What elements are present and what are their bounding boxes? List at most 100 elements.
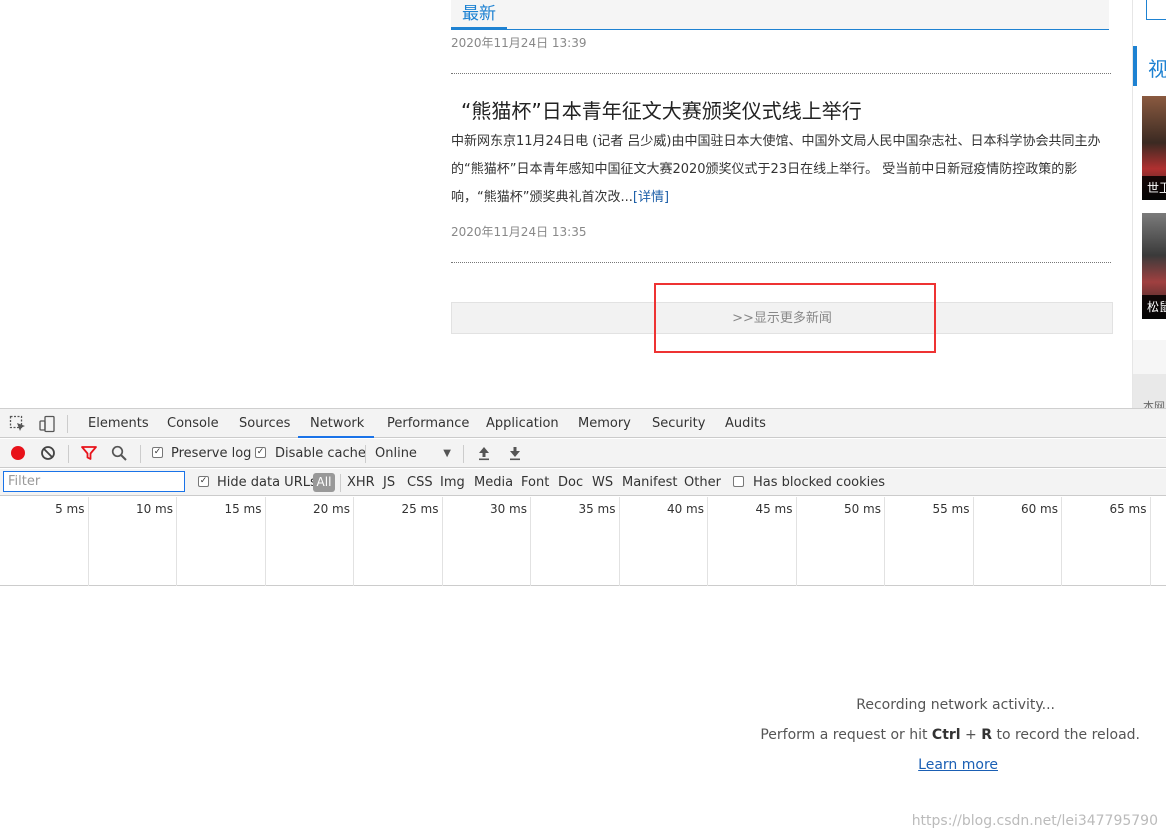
search-icon[interactable]: [110, 444, 128, 462]
has-blocked-cookies-label: Has blocked cookies: [753, 475, 886, 490]
tab-network[interactable]: Network: [298, 409, 374, 438]
details-link[interactable]: [详情]: [633, 190, 669, 205]
divider: [451, 262, 1111, 263]
toolbar-divider: [67, 415, 68, 433]
network-timeline-overview[interactable]: 5 ms 10 ms 15 ms 20 ms 25 ms 30 ms 35 ms 40 ms 4…: [0, 497, 1166, 586]
toolbar-divider: [463, 445, 464, 463]
timeline-tick: 10 ms: [89, 497, 177, 586]
tab-console[interactable]: Console: [155, 409, 231, 438]
timeline-tick: 45 ms: [708, 497, 797, 586]
timeline-tick-label: 10 ms: [135, 502, 173, 516]
timeline-tick: 65 ms: [1062, 497, 1151, 586]
section-accent-bar: [1133, 46, 1137, 86]
timeline-tick: 50 ms: [797, 497, 885, 586]
sidebar-section-header: 视: [1133, 46, 1166, 86]
learn-more-link[interactable]: Learn more: [918, 757, 998, 773]
sidebar-search-box[interactable]: [1146, 0, 1166, 20]
type-filter-css[interactable]: CSS: [407, 469, 433, 496]
hide-data-urls-checkbox[interactable]: [198, 476, 209, 487]
type-filter-manifest[interactable]: Manifest: [622, 469, 677, 496]
hint-text: Perform a request or hit: [760, 727, 932, 743]
network-filter-bar: Hide data URLs All XHR JS CSS Img Media …: [0, 469, 1166, 496]
timeline-tick-label: 30 ms: [489, 502, 527, 516]
throttling-value: Online: [375, 446, 417, 461]
right-sidebar: 视 世卫 松鼠 本网: [1132, 0, 1166, 408]
network-empty-state: Recording network activity... Perform a …: [0, 587, 1166, 840]
timeline-tick-label: 60 ms: [1020, 502, 1058, 516]
devtools-tabbar: Elements Console Sources Network Perform…: [0, 409, 1166, 438]
toolbar-divider: [140, 445, 141, 463]
news-date-prev: 2020年11月24日 13:39: [451, 36, 587, 50]
timeline-tick: 35 ms: [531, 497, 620, 586]
disable-cache-label: Disable cache: [275, 446, 366, 461]
type-filter-ws[interactable]: WS: [592, 469, 613, 496]
has-blocked-cookies-checkbox[interactable]: [733, 476, 744, 487]
type-filter-all[interactable]: All: [313, 473, 335, 492]
web-page: 最新 2020年11月24日 13:39 “熊猫杯”日本青年征文大赛颁奖仪式线上…: [0, 0, 1166, 408]
tab-sources[interactable]: Sources: [227, 409, 302, 438]
type-filter-img[interactable]: Img: [440, 469, 465, 496]
news-tabbar: 最新: [451, 0, 1109, 30]
timeline-tick: 5 ms: [0, 497, 89, 586]
toolbar-divider: [68, 445, 69, 463]
reload-hint: Perform a request or hit Ctrl + R to rec…: [760, 727, 1140, 743]
annotation-highlight-box: [654, 283, 936, 353]
tab-latest[interactable]: 最新: [451, 2, 507, 30]
device-toolbar-icon[interactable]: [38, 415, 56, 433]
preserve-log-checkbox[interactable]: [152, 447, 163, 458]
tab-application[interactable]: Application: [474, 409, 571, 438]
type-filter-xhr[interactable]: XHR: [347, 469, 375, 496]
tab-elements[interactable]: Elements: [76, 409, 161, 438]
timeline-tick: 15 ms: [177, 497, 266, 586]
timeline-tick-label: 50 ms: [843, 502, 881, 516]
dropdown-arrow-icon: ▼: [443, 448, 451, 459]
toolbar-divider: [365, 445, 366, 463]
disable-cache-checkbox[interactable]: [255, 447, 266, 458]
hint-key-ctrl: Ctrl: [931, 727, 961, 743]
type-filter-font[interactable]: Font: [521, 469, 549, 496]
toolbar-divider: [340, 474, 341, 492]
news-summary-text: 中新网东京11月24日电 (记者 吕少威)由中国驻日本大使馆、中国外文局人民中国…: [451, 134, 1101, 205]
timeline-tick-label: 15 ms: [224, 502, 262, 516]
watermark: https://blog.csdn.net/lei347795790: [911, 813, 1158, 829]
timeline-tick: 60 ms: [974, 497, 1062, 586]
preserve-log-label: Preserve log: [171, 446, 252, 461]
tab-security[interactable]: Security: [640, 409, 717, 438]
timeline-tick-label: 35 ms: [578, 502, 616, 516]
sidebar-thumbnail[interactable]: 松鼠: [1142, 213, 1166, 319]
timeline-tick-label: 5 ms: [55, 502, 85, 516]
record-button[interactable]: [9, 444, 27, 462]
clear-icon[interactable]: [39, 444, 57, 462]
type-filter-doc[interactable]: Doc: [558, 469, 583, 496]
export-har-icon[interactable]: [506, 444, 524, 462]
timeline-tick: 30 ms: [443, 497, 531, 586]
hide-data-urls-label: Hide data URLs: [217, 475, 317, 490]
tab-audits[interactable]: Audits: [713, 409, 778, 438]
timeline-tick-label: 55 ms: [932, 502, 970, 516]
sidebar-spacer: [1133, 340, 1166, 374]
timeline-tick-label: 25 ms: [401, 502, 439, 516]
timeline-tick: 40 ms: [620, 497, 708, 586]
filter-funnel-icon[interactable]: [80, 444, 98, 462]
divider: [451, 73, 1111, 74]
hint-plus: +: [960, 727, 982, 743]
recording-message: Recording network activity...: [856, 697, 1055, 713]
hint-key-r: R: [981, 727, 993, 743]
news-headline[interactable]: “熊猫杯”日本青年征文大赛颁奖仪式线上举行: [461, 95, 862, 124]
import-har-icon[interactable]: [475, 444, 493, 462]
timeline-tick: 25 ms: [354, 497, 443, 586]
inspect-element-icon[interactable]: [9, 415, 27, 433]
type-filter-other[interactable]: Other: [684, 469, 721, 496]
tab-performance[interactable]: Performance: [375, 409, 481, 438]
timeline-tick-label: 65 ms: [1109, 502, 1147, 516]
tab-memory[interactable]: Memory: [566, 409, 643, 438]
filter-input[interactable]: [3, 471, 185, 492]
type-filter-js[interactable]: JS: [383, 469, 395, 496]
thumbnail-caption: 世卫: [1142, 176, 1166, 200]
sidebar-thumbnail[interactable]: 世卫: [1142, 96, 1166, 200]
type-filter-media[interactable]: Media: [474, 469, 513, 496]
sidebar-section-title: 视: [1148, 57, 1166, 81]
timeline-tick: 20 ms: [266, 497, 354, 586]
throttling-select[interactable]: Online ▼: [375, 443, 455, 464]
news-date: 2020年11月24日 13:35: [451, 225, 587, 239]
